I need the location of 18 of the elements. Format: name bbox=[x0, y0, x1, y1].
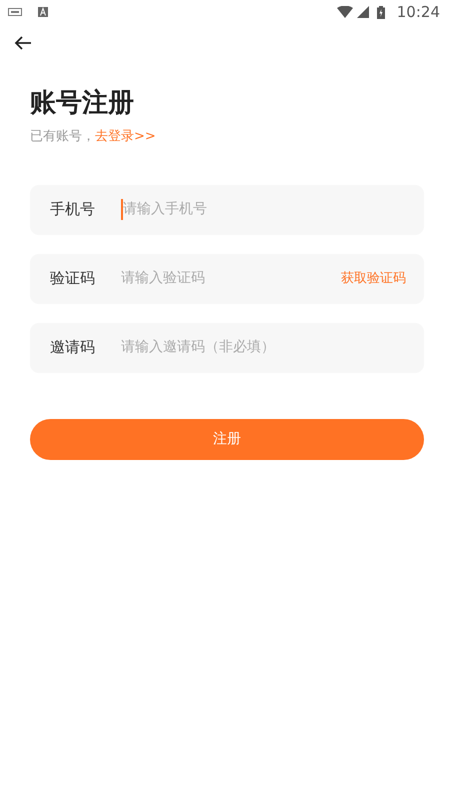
text-input[interactable]: 请输入验证码 bbox=[121, 268, 341, 290]
status-time: 10:24 bbox=[396, 2, 440, 23]
login-prompt: 已有账号，去登录>> bbox=[30, 128, 157, 146]
letter-a-icon bbox=[38, 7, 48, 17]
field-label: 验证码 bbox=[50, 268, 96, 290]
input-field[interactable]: 手机号 请输入手机号 bbox=[30, 184, 424, 235]
battery-icon bbox=[376, 6, 385, 18]
signal-icon bbox=[356, 6, 369, 18]
field-label: 邀请码 bbox=[50, 337, 96, 358]
text-input[interactable]: 请输入手机号 bbox=[121, 199, 406, 220]
page-title: 账号注册 bbox=[30, 88, 135, 120]
wifi-icon bbox=[336, 6, 353, 18]
keyboard-icon bbox=[8, 8, 22, 16]
field-label: 手机号 bbox=[50, 199, 96, 220]
input-field[interactable]: 验证码 请输入验证码 获取验证码 bbox=[30, 254, 424, 304]
input-field[interactable]: 邀请码 请输入邀请码（非必填） bbox=[30, 322, 424, 373]
text-input[interactable]: 请输入邀请码（非必填） bbox=[121, 337, 406, 358]
back-icon[interactable] bbox=[14, 36, 32, 50]
